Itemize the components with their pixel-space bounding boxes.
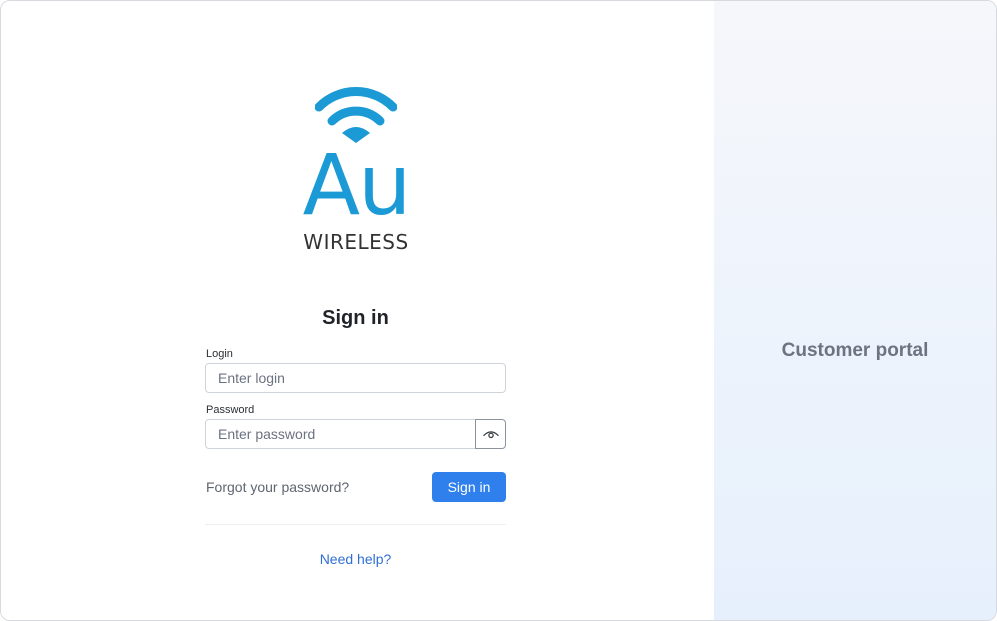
forgot-password-link[interactable]: Forgot your password? [206, 479, 349, 495]
signin-title: Sign in [322, 307, 389, 329]
login-pane: Au WIRELESS Sign in Login Password Forgo… [1, 1, 714, 620]
portal-label: Customer portal [781, 340, 929, 361]
login-label: Login [206, 348, 233, 360]
eye-icon [482, 430, 499, 438]
divider [205, 524, 506, 525]
signin-button[interactable]: Sign in [432, 472, 506, 502]
password-input[interactable] [205, 419, 476, 449]
brand-name: Au [302, 136, 412, 234]
brand-logo: Au WIRELESS [291, 81, 421, 261]
login-input[interactable] [205, 363, 506, 393]
need-help-link[interactable]: Need help? [205, 551, 506, 567]
show-password-button[interactable] [475, 419, 506, 449]
side-panel: Customer portal [714, 1, 996, 620]
login-window: Au WIRELESS Sign in Login Password Forgo… [0, 0, 997, 621]
password-label: Password [206, 404, 255, 416]
brand-tagline: WIRELESS [303, 230, 409, 254]
